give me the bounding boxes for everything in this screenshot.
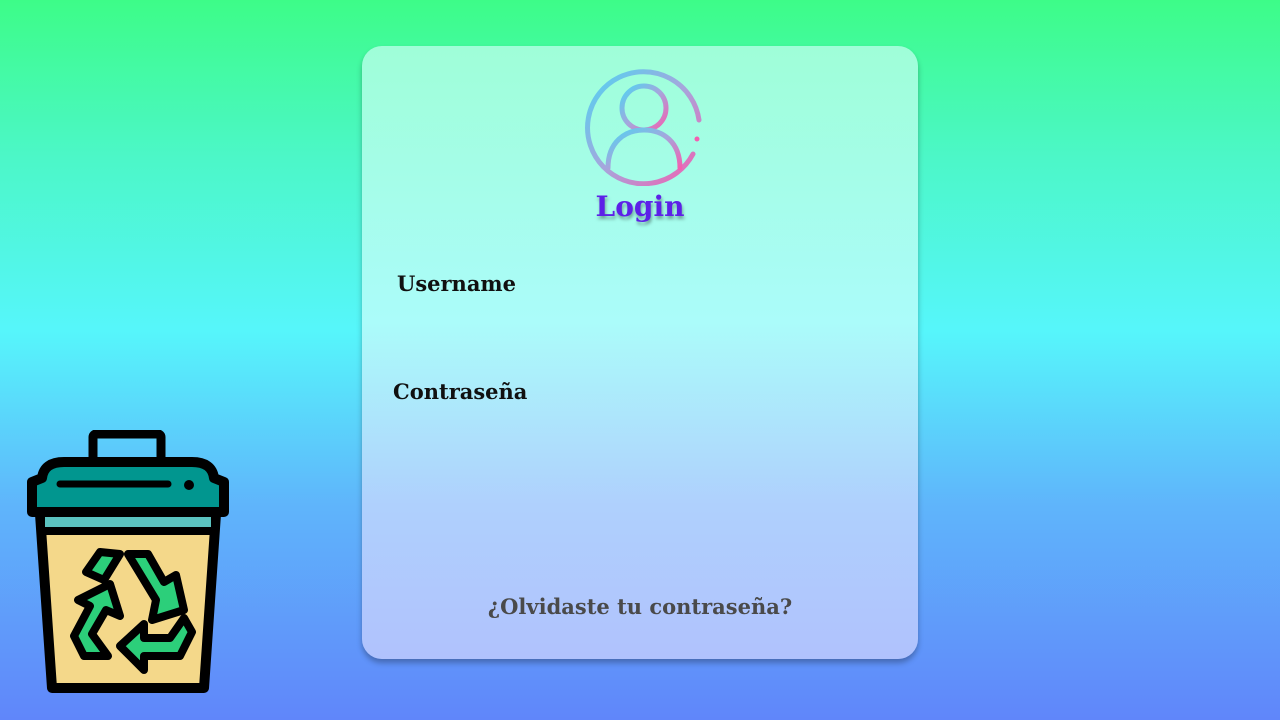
login-submit-button[interactable] <box>392 501 888 561</box>
username-input[interactable] <box>392 308 892 346</box>
username-label: Username <box>397 271 517 296</box>
user-avatar-icon <box>585 69 702 186</box>
login-title: Login <box>595 190 685 223</box>
password-label: Contraseña <box>393 379 528 404</box>
password-input[interactable] <box>392 416 892 454</box>
login-card: Login Username Contraseña ¿Olvidaste tu … <box>362 46 918 659</box>
recycle-bin-icon <box>27 430 229 693</box>
forgot-password-link[interactable]: ¿Olvidaste tu contraseña? <box>362 594 918 619</box>
